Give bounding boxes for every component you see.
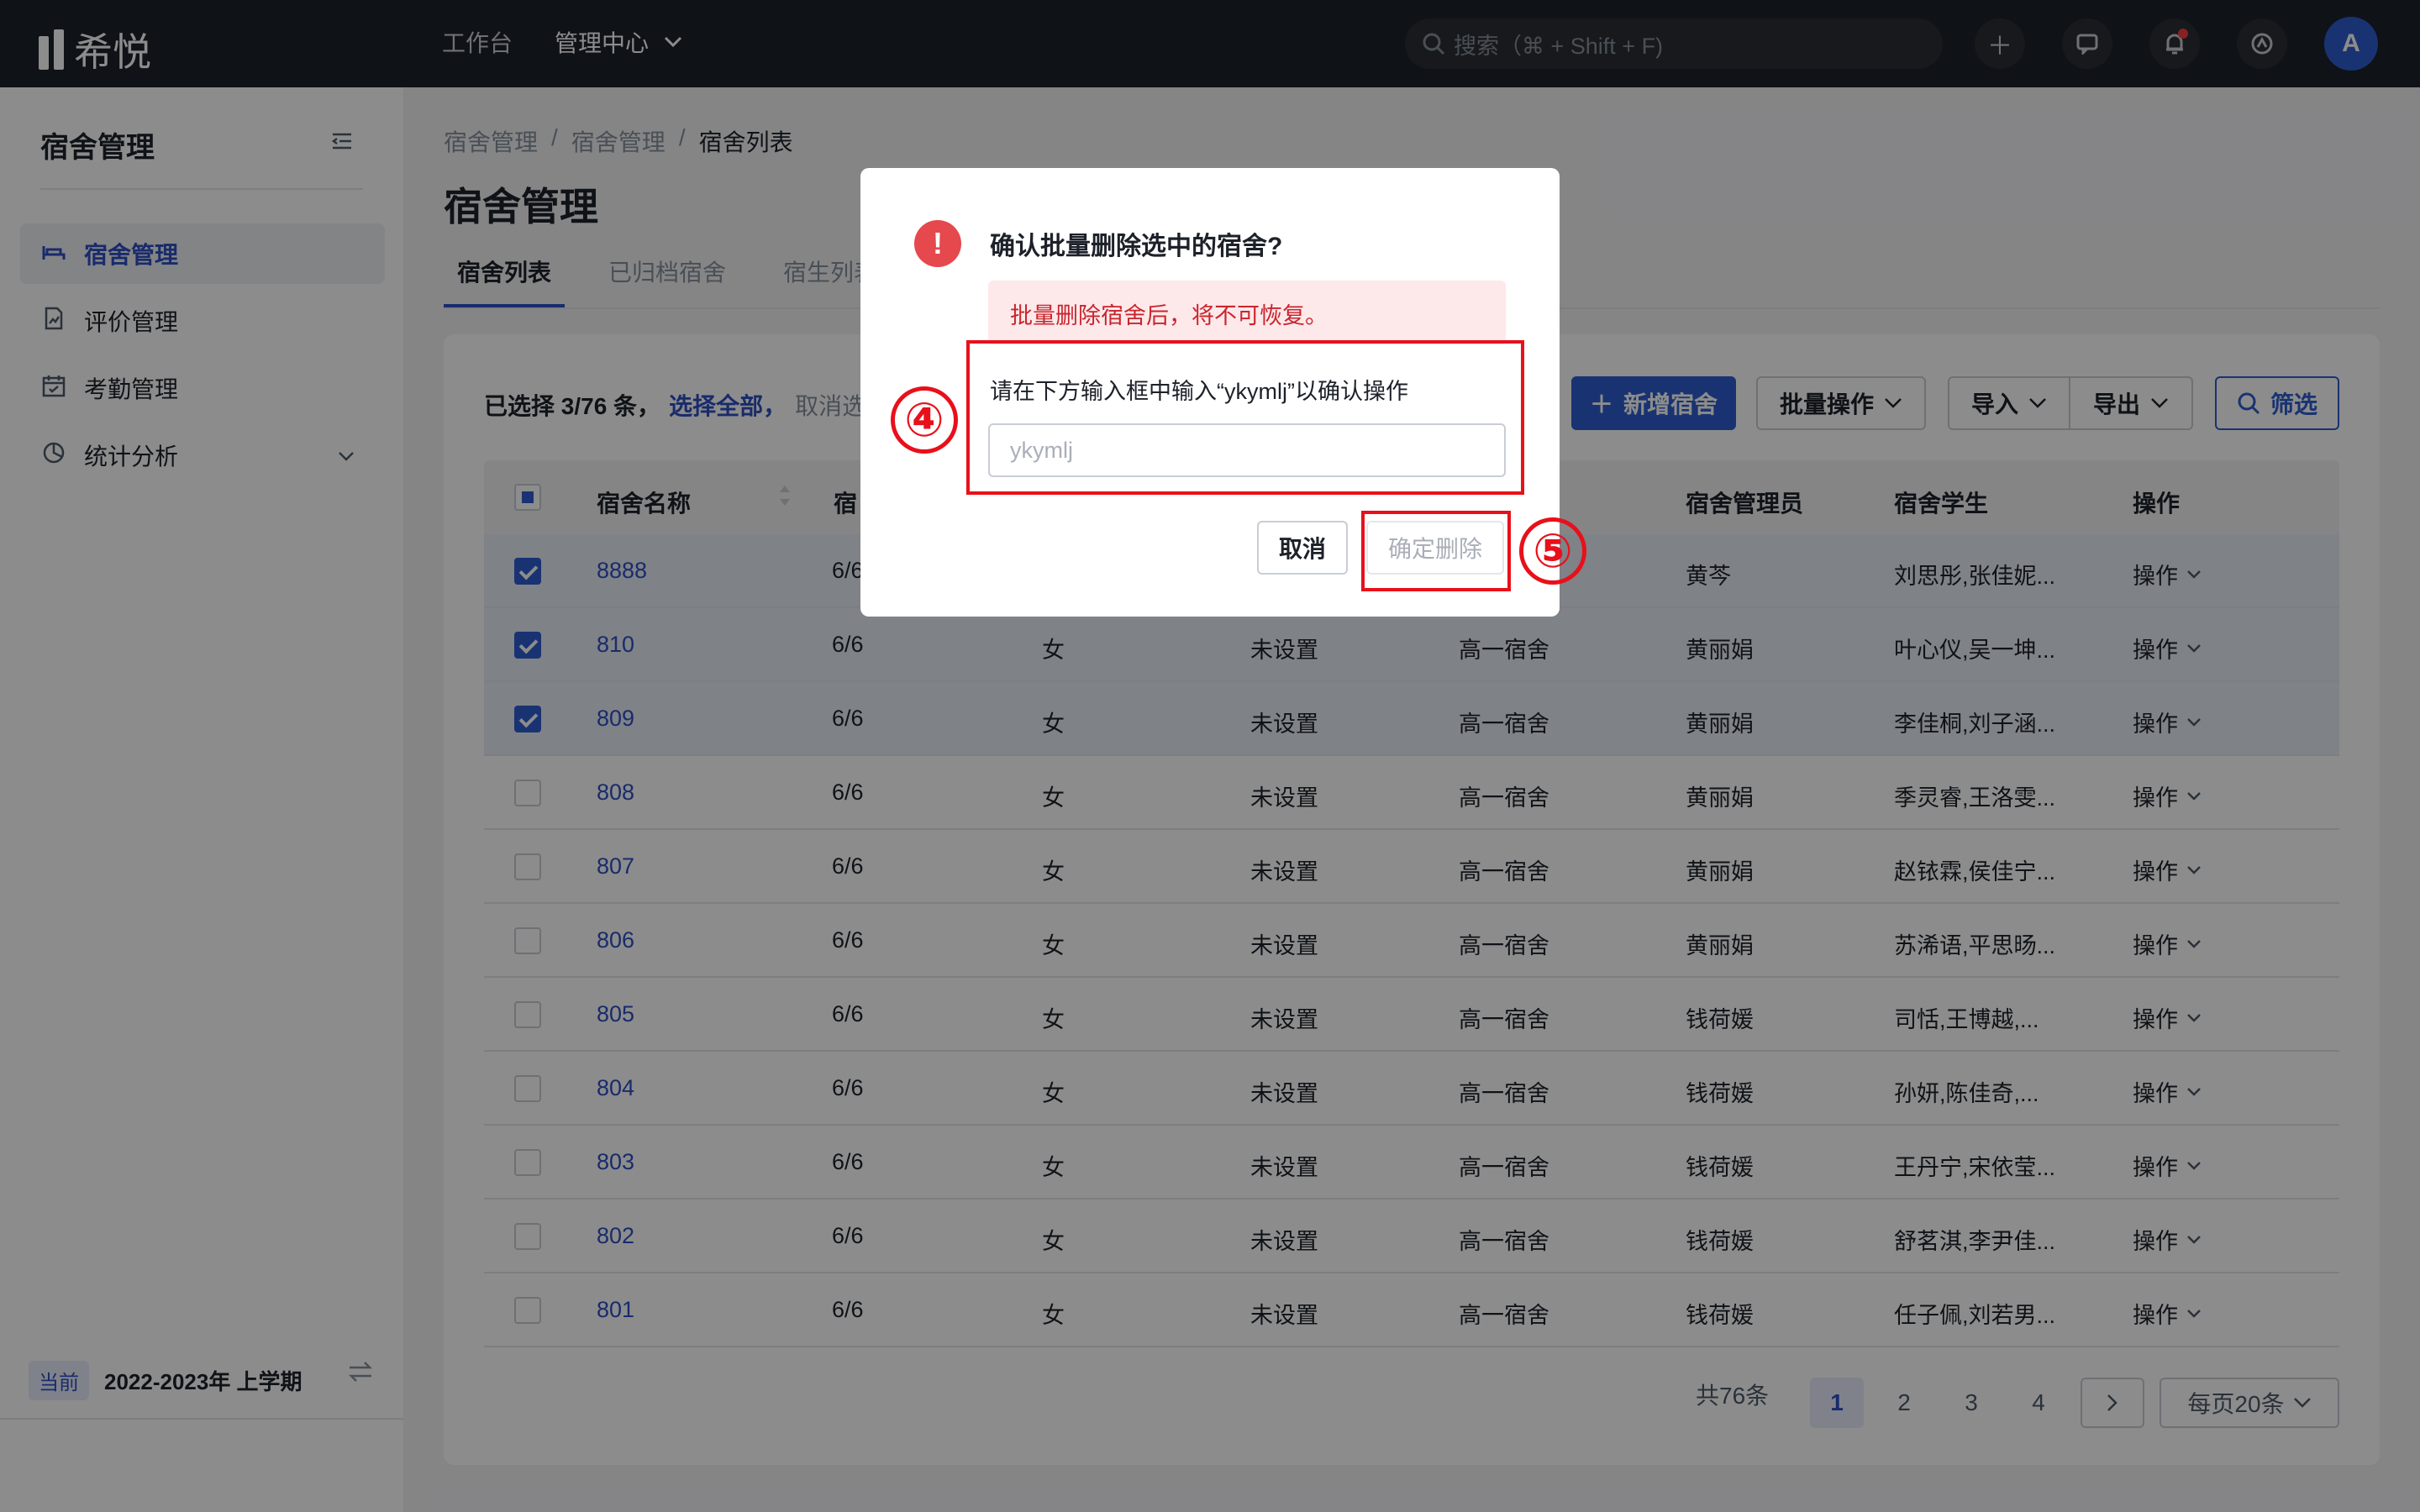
annotation-number-step4: ④ [891,386,958,454]
annotation-number-step5: ⑤ [1519,517,1586,585]
dialog-warning: 批量删除宿舍后，将不可恢复。 [988,281,1506,344]
cancel-button[interactable]: 取消 [1257,521,1348,575]
warning-icon: ! [914,220,961,267]
annotation-box-step4 [966,340,1524,495]
annotation-box-step5 [1361,511,1511,591]
dialog-title: 确认批量删除选中的宿舍? [990,233,1283,260]
